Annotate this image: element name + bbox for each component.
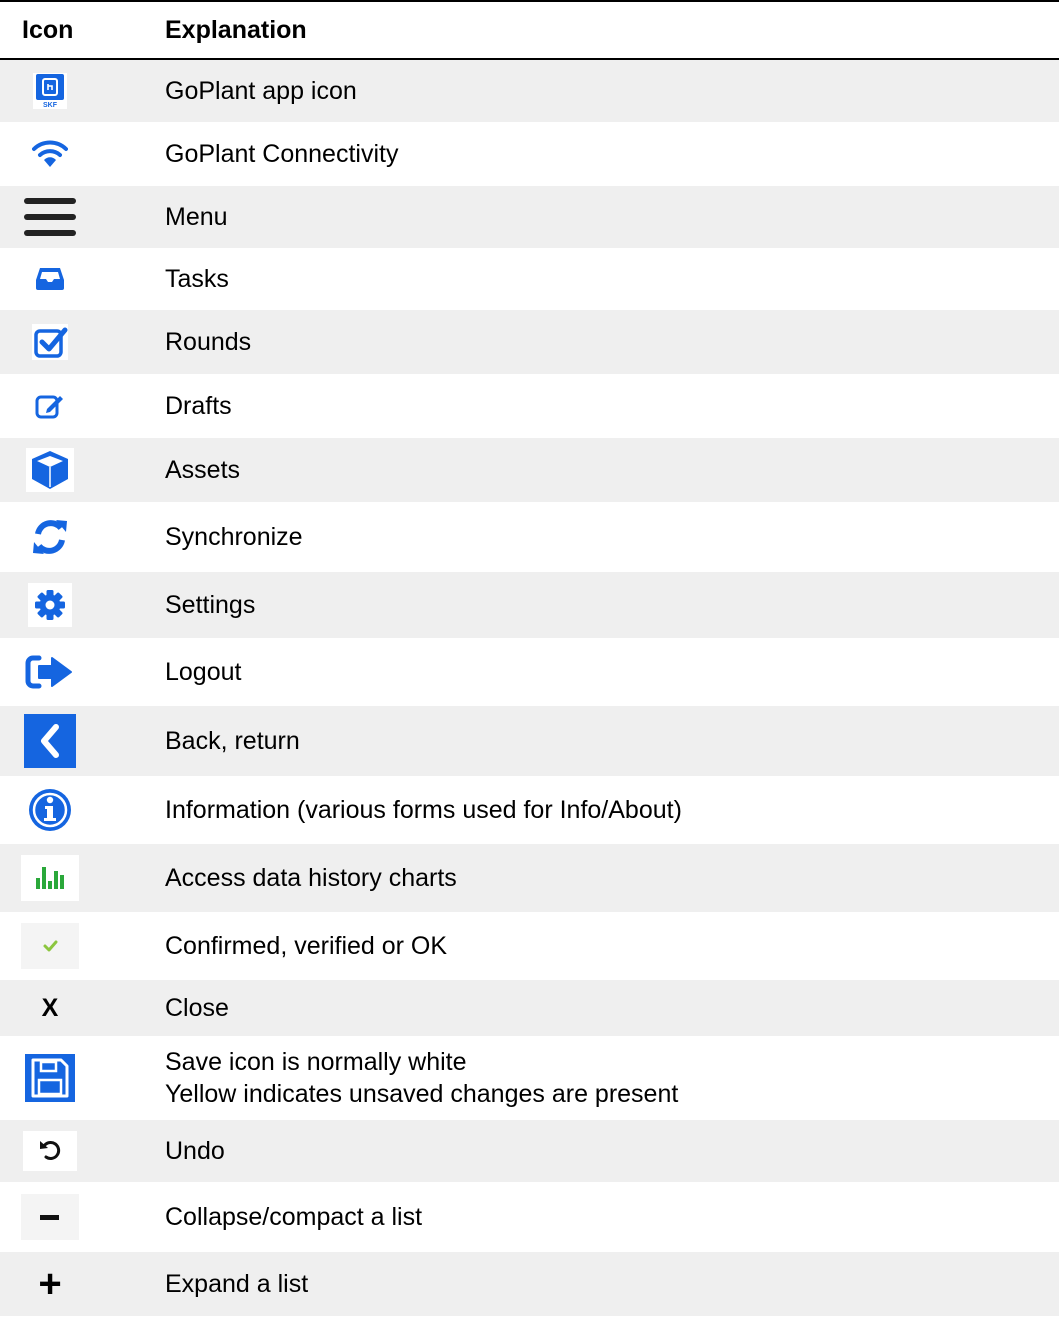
table-row: Logout (0, 638, 1059, 706)
row-label: Close (165, 994, 229, 1022)
header-icon-column: Icon (22, 16, 74, 44)
row-label: Settings (165, 591, 256, 619)
cube-icon (20, 440, 80, 500)
edit-icon (20, 376, 80, 436)
table-row: X Close (0, 980, 1059, 1036)
svg-text:SKF: SKF (43, 102, 58, 109)
plus-icon: + (38, 1262, 62, 1306)
chevron-left-icon (20, 711, 80, 771)
row-label: Collapse/compact a list (165, 1203, 423, 1231)
row-label: Menu (165, 203, 228, 231)
table-row: Information (various forms used for Info… (0, 776, 1059, 844)
table-row: Synchronize (0, 502, 1059, 572)
logout-icon (20, 642, 80, 702)
icon-table: Icon Explanation SKF GoPlant app icon Go… (0, 0, 1059, 1316)
gear-icon (20, 575, 80, 635)
row-label: Undo (165, 1137, 225, 1165)
row-label: Confirmed, verified or OK (165, 932, 448, 960)
table-row: Save icon is normally white Yellow indic… (0, 1036, 1059, 1120)
table-row: Undo (0, 1120, 1059, 1182)
bar-chart-icon (20, 848, 80, 908)
table-row: SKF GoPlant app icon (0, 60, 1059, 122)
table-row: Drafts (0, 374, 1059, 438)
minus-icon (20, 1187, 80, 1247)
row-label: Synchronize (165, 523, 303, 551)
menu-icon (20, 187, 80, 247)
table-row: Access data history charts (0, 844, 1059, 912)
table-row: Settings (0, 572, 1059, 638)
table-row: Rounds (0, 310, 1059, 374)
row-label: GoPlant Connectivity (165, 140, 399, 168)
table-row: Tasks (0, 248, 1059, 310)
header-explanation-column: Explanation (165, 16, 307, 44)
row-label: Drafts (165, 392, 232, 420)
table-header: Icon Explanation (0, 0, 1059, 60)
info-icon (20, 780, 80, 840)
checkbox-icon (20, 312, 80, 372)
row-label: Tasks (165, 265, 229, 293)
row-label: Access data history charts (165, 864, 457, 892)
row-label: Logout (165, 658, 242, 686)
row-label: Rounds (165, 328, 252, 356)
table-row: Back, return (0, 706, 1059, 776)
row-label: Back, return (165, 727, 300, 755)
row-label: GoPlant app icon (165, 77, 357, 105)
undo-icon (20, 1121, 80, 1181)
table-row: Menu (0, 186, 1059, 248)
goplant-app-icon: SKF (20, 61, 80, 121)
row-label: Save icon is normally white Yellow indic… (165, 1048, 679, 1108)
table-row: GoPlant Connectivity (0, 122, 1059, 186)
inbox-icon (20, 249, 80, 309)
row-label: Assets (165, 456, 241, 484)
row-label: Expand a list (165, 1270, 309, 1298)
check-icon (20, 916, 80, 976)
table-row: Collapse/compact a list (0, 1182, 1059, 1252)
sync-icon (20, 507, 80, 567)
wifi-icon (20, 124, 80, 184)
close-icon: X (41, 993, 59, 1022)
table-row: Confirmed, verified or OK (0, 912, 1059, 980)
row-label: Information (various forms used for Info… (165, 796, 682, 824)
table-row: + Expand a list (0, 1252, 1059, 1316)
save-icon (20, 1048, 80, 1108)
table-row: Assets (0, 438, 1059, 502)
